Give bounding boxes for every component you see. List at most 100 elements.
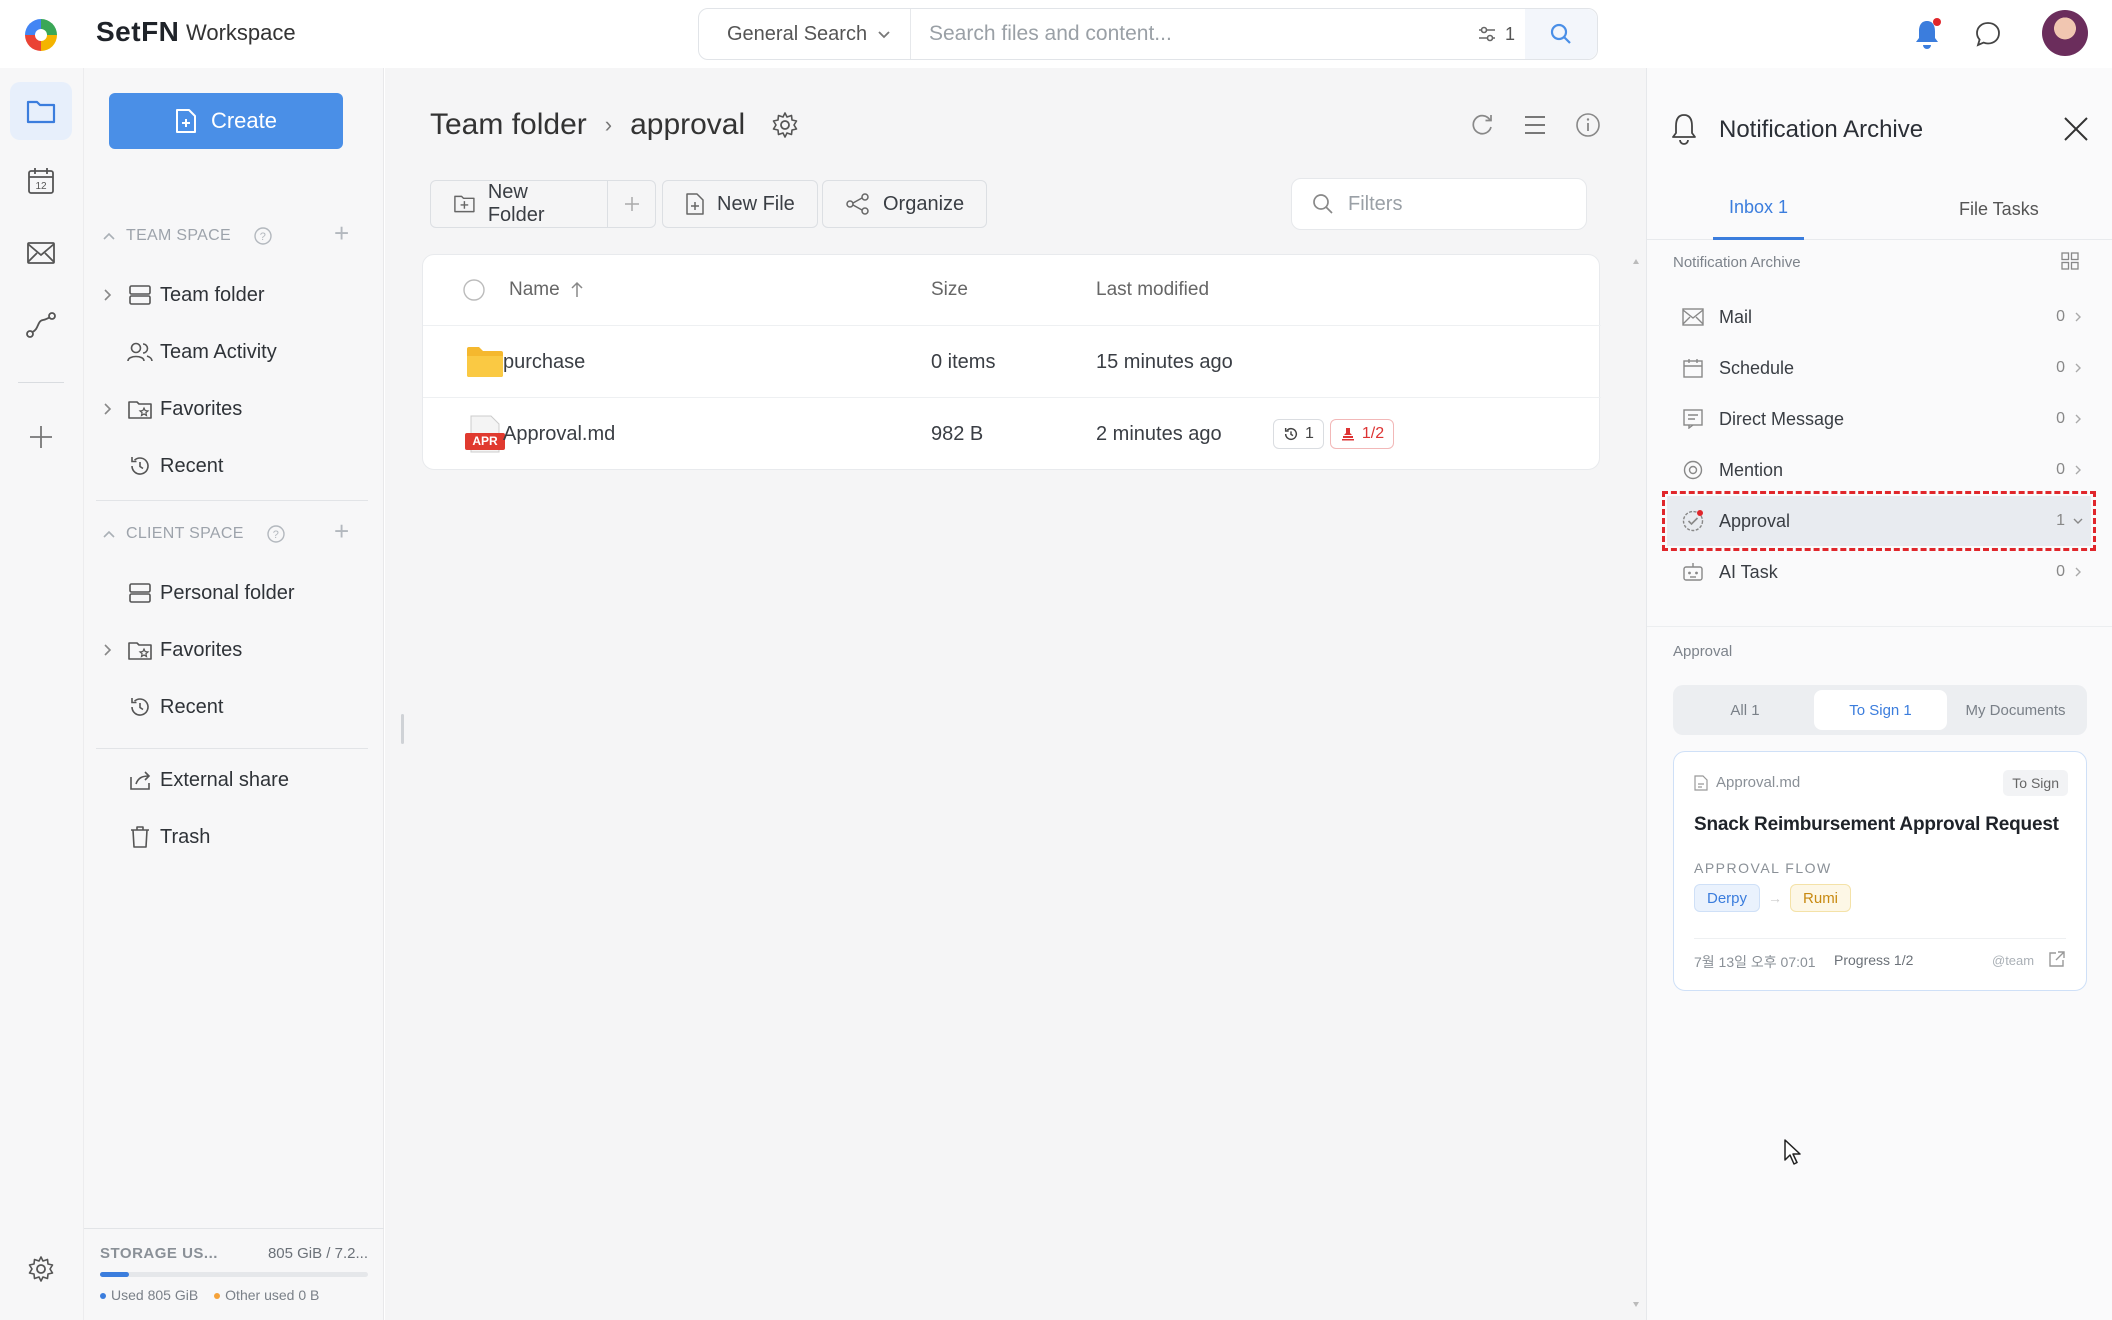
category-count: 0 (2056, 359, 2065, 376)
column-size-header[interactable]: Size (931, 255, 968, 325)
storage-other-legend: Other used 0 B (214, 1287, 319, 1303)
approval-card[interactable]: Approval.md To Sign Snack Reimbursement … (1673, 751, 2087, 991)
segment-my-documents[interactable]: My Documents (1949, 690, 2082, 730)
category-label: Mention (1719, 459, 1784, 480)
scrollbar[interactable] (1631, 254, 1641, 1314)
category-schedule[interactable]: Schedule 0 (1667, 343, 2091, 393)
new-file-button[interactable]: New File (662, 180, 818, 228)
nav-client-recent[interactable]: Recent (96, 683, 372, 731)
rail-mail-button[interactable] (10, 224, 72, 282)
add-menu-button[interactable] (608, 180, 656, 228)
app-logo-icon[interactable] (24, 18, 58, 52)
table-row[interactable]: purchase 0 items 15 minutes ago (423, 325, 1601, 397)
new-folder-label: New Folder (487, 181, 545, 226)
help-icon[interactable]: ? (253, 226, 273, 246)
tab-inbox[interactable]: Inbox 1 (1713, 178, 1805, 240)
tab-file-tasks[interactable]: File Tasks (1959, 178, 2039, 240)
file-table: Name Size Last modified purchase 0 items… (422, 254, 1601, 470)
rail-add-button[interactable] (10, 408, 72, 466)
notification-bell-icon[interactable] (1912, 18, 1942, 50)
breadcrumb-current[interactable]: approval (630, 108, 745, 142)
nav-divider (96, 500, 368, 501)
main-content: Team folder › approval New Folder New Fi… (385, 68, 1646, 1320)
nav-team-favorites[interactable]: Favorites (96, 385, 372, 433)
nav-label: External share (160, 768, 289, 791)
approval-check-icon (1682, 510, 1704, 532)
top-bar: SetFN Workspace General Search 1 (0, 0, 2112, 68)
team-space-add-button[interactable]: + (334, 218, 349, 249)
filters-input[interactable]: Filters (1291, 178, 1587, 230)
rail-settings-button[interactable] (10, 1240, 72, 1298)
nav-team-folder[interactable]: Team folder (96, 271, 372, 319)
category-mail[interactable]: Mail 0 (1667, 292, 2091, 342)
new-folder-button[interactable]: New Folder (430, 180, 608, 228)
category-ai-task[interactable]: AI Task 0 (1667, 547, 2091, 597)
breadcrumb-team-folder[interactable]: Team folder (430, 108, 587, 142)
segment-my-documents-label: My Documents (1965, 701, 2066, 719)
category-mention[interactable]: Mention 0 (1667, 445, 2091, 495)
nav-label: Personal folder (160, 581, 295, 604)
app-name: SetFN (96, 16, 180, 47)
select-all-checkbox[interactable] (463, 255, 485, 325)
chevron-down-icon (2073, 518, 2083, 524)
column-name-header[interactable]: Name (509, 255, 584, 325)
category-count: 1 (2056, 512, 2065, 529)
segment-all[interactable]: All 1 (1678, 690, 1812, 730)
client-space-header[interactable]: CLIENT SPACE ? (102, 524, 286, 544)
global-search: General Search 1 (698, 8, 1598, 60)
chevron-right-icon (2075, 465, 2081, 475)
help-icon[interactable]: ? (266, 524, 286, 544)
file-name[interactable]: Approval.md (503, 398, 615, 470)
team-space-header[interactable]: TEAM SPACE ? (102, 226, 273, 246)
open-external-icon[interactable] (2048, 950, 2066, 968)
approval-flow: Derpy → Rumi (1694, 884, 1852, 912)
search-type-label: General Search (727, 22, 868, 45)
list-view-icon[interactable] (1523, 114, 1547, 136)
nav-external-share[interactable]: External share (96, 756, 372, 804)
at-sign-icon (1683, 460, 1703, 480)
nav-team-recent[interactable]: Recent (96, 442, 372, 490)
close-icon[interactable] (2061, 114, 2091, 144)
create-button[interactable]: Create (109, 93, 343, 149)
search-filter-button[interactable]: 1 (1467, 17, 1525, 51)
gear-icon (28, 1256, 54, 1282)
nav-team-activity[interactable]: Team Activity (96, 328, 372, 376)
segment-to-sign[interactable]: To Sign 1 (1814, 690, 1947, 730)
rail-files-button[interactable] (10, 82, 72, 140)
category-approval[interactable]: Approval 1 (1662, 491, 2096, 551)
folder-settings-icon[interactable] (771, 111, 799, 139)
nav-personal-folder[interactable]: Personal folder (96, 569, 372, 617)
info-icon[interactable] (1575, 112, 1601, 138)
resize-handle[interactable] (401, 714, 404, 744)
category-label: Approval (1719, 510, 1791, 531)
chat-icon[interactable] (1974, 20, 2002, 48)
avatar[interactable] (2042, 10, 2088, 56)
nav-label: Team folder (160, 283, 265, 306)
file-modified: 2 minutes ago (1096, 422, 1222, 445)
card-time: 7월 13일 오후 07:01 (1694, 954, 1816, 970)
refresh-icon[interactable] (1469, 112, 1495, 138)
client-space-add-button[interactable]: + (334, 516, 349, 547)
nav-trash[interactable]: Trash (96, 813, 372, 861)
table-row[interactable]: APR Approval.md 982 B 2 minutes ago 1 1/… (423, 397, 1601, 469)
rail-workflow-button[interactable] (10, 296, 72, 354)
search-button[interactable] (1525, 9, 1597, 59)
document-icon (1694, 774, 1708, 791)
file-name[interactable]: purchase (503, 326, 585, 398)
signature-badge[interactable]: 1/2 (1329, 419, 1395, 449)
search-input[interactable] (929, 19, 1469, 49)
workflow-icon (26, 312, 56, 338)
category-direct-message[interactable]: Direct Message 0 (1667, 394, 2091, 444)
search-type-dropdown[interactable]: General Search (699, 9, 911, 59)
nav-client-favorites[interactable]: Favorites (96, 626, 372, 674)
grid-view-icon[interactable] (2061, 252, 2079, 270)
column-modified-header[interactable]: Last modified (1096, 255, 1209, 325)
version-badge[interactable]: 1 (1273, 419, 1324, 449)
rail-calendar-button[interactable]: 12 (10, 152, 72, 210)
rail-divider (18, 382, 64, 383)
nav-label: Team Activity (160, 340, 277, 363)
server-folder-icon (129, 583, 151, 603)
plus-icon (30, 426, 52, 448)
organize-button[interactable]: Organize (822, 180, 988, 228)
storage-value: 805 GiB / 7.2... (267, 1245, 368, 1262)
